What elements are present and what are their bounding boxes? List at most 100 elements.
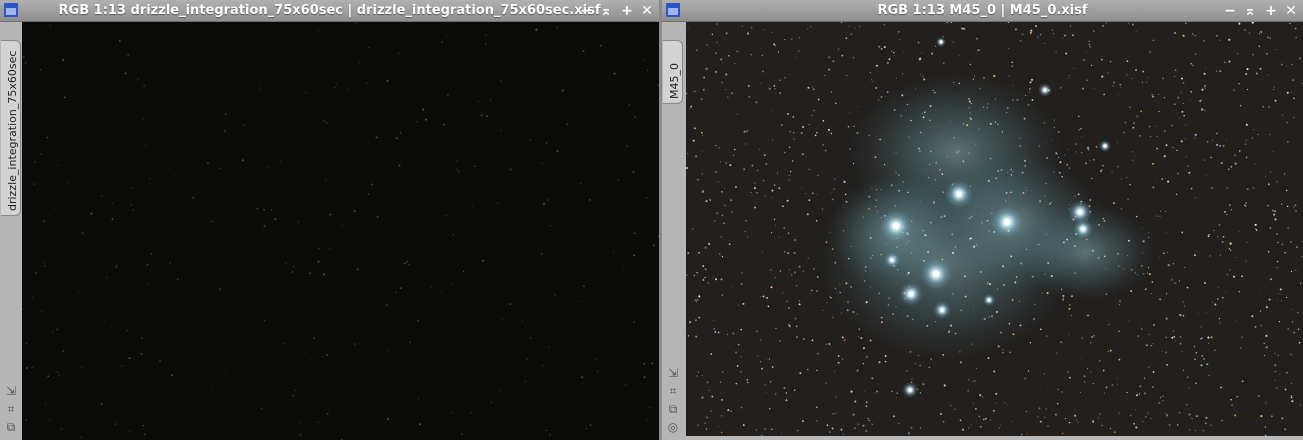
star — [751, 194, 753, 196]
star — [1173, 75, 1175, 77]
image-viewport[interactable] — [686, 22, 1303, 436]
star — [1190, 187, 1193, 190]
star — [766, 297, 769, 299]
star — [704, 422, 706, 424]
maximize-icon[interactable]: + — [618, 2, 636, 20]
star — [263, 319, 266, 322]
zoom-icon[interactable]: ⌗ — [4, 402, 18, 416]
star — [1276, 260, 1279, 263]
close-icon[interactable]: ✕ — [638, 2, 656, 20]
title-bar[interactable]: RGB 1:13 M45_0 | M45_0.xisf − ⌅ + ✕ — [662, 0, 1303, 22]
star — [1120, 87, 1122, 89]
star — [1201, 354, 1204, 357]
star — [1165, 412, 1167, 414]
shade-icon[interactable]: ⌅ — [1241, 2, 1259, 20]
star — [938, 168, 942, 171]
shade-icon[interactable]: ⌅ — [597, 2, 615, 20]
star — [848, 25, 850, 27]
star — [44, 262, 46, 264]
star — [263, 208, 265, 211]
star — [1165, 317, 1168, 320]
bright-star — [1003, 218, 1011, 226]
star — [1090, 342, 1092, 344]
star — [554, 294, 556, 296]
minimize-icon[interactable]: − — [577, 2, 595, 20]
star — [763, 28, 765, 30]
star — [1173, 103, 1176, 105]
star — [1221, 240, 1224, 243]
target-icon[interactable]: ◎ — [666, 420, 680, 434]
star — [1010, 174, 1013, 176]
star — [1062, 241, 1065, 244]
star — [868, 419, 870, 422]
star — [1174, 32, 1176, 34]
star — [1034, 25, 1038, 28]
maximize-icon[interactable]: + — [1262, 2, 1280, 20]
image-window-left[interactable]: RGB 1:13 drizzle_integration_75x60sec | … — [0, 0, 659, 440]
star — [706, 381, 709, 384]
star — [140, 352, 143, 355]
star — [779, 79, 782, 82]
star — [1133, 163, 1134, 165]
star — [715, 278, 717, 281]
star — [746, 236, 748, 238]
star — [781, 432, 783, 434]
star — [1127, 239, 1130, 242]
clone-icon[interactable]: ⧉ — [4, 420, 18, 434]
star — [1220, 162, 1223, 165]
star — [1117, 94, 1119, 96]
star — [1208, 234, 1210, 236]
star — [1011, 420, 1013, 422]
star — [1080, 358, 1082, 359]
star — [1109, 428, 1111, 430]
star — [130, 203, 133, 206]
star — [33, 183, 35, 185]
star — [1045, 156, 1049, 160]
star — [335, 83, 338, 85]
star — [1053, 171, 1055, 173]
image-window-right[interactable]: RGB 1:13 M45_0 | M45_0.xisf − ⌅ + ✕ M45_… — [662, 0, 1303, 440]
minimize-icon[interactable]: − — [1221, 2, 1239, 20]
star — [105, 276, 108, 279]
star — [841, 336, 844, 339]
star — [856, 131, 859, 134]
star — [596, 370, 599, 373]
star — [1133, 422, 1136, 425]
star — [58, 374, 61, 376]
star — [883, 23, 886, 26]
star — [127, 53, 130, 56]
close-icon[interactable]: ✕ — [1282, 2, 1300, 20]
star — [263, 428, 265, 430]
zoom-icon[interactable]: ⌗ — [666, 384, 680, 398]
star — [1194, 137, 1196, 139]
star — [1181, 351, 1183, 353]
star — [831, 248, 834, 251]
star — [789, 269, 790, 271]
fit-view-icon[interactable]: ⇲ — [4, 384, 18, 398]
image-viewport[interactable] — [22, 22, 659, 440]
view-tab[interactable]: M45_0 — [663, 40, 683, 104]
star — [962, 27, 966, 30]
star — [1201, 88, 1204, 91]
title-bar[interactable]: RGB 1:13 drizzle_integration_75x60sec | … — [0, 0, 659, 22]
view-tab[interactable]: drizzle_integration_75x60sec — [1, 40, 21, 216]
star — [1021, 171, 1024, 174]
star — [224, 112, 227, 115]
star — [934, 321, 937, 323]
star — [1219, 39, 1221, 41]
star — [63, 96, 66, 99]
star — [907, 271, 910, 274]
star — [822, 144, 825, 146]
star — [802, 338, 805, 340]
clone-icon[interactable]: ⧉ — [666, 402, 680, 416]
star — [1135, 69, 1137, 72]
star — [901, 94, 904, 97]
star — [1016, 99, 1019, 101]
fit-view-icon[interactable]: ⇲ — [666, 366, 680, 380]
star — [857, 106, 859, 108]
star — [1283, 173, 1286, 175]
star — [1023, 117, 1026, 120]
star — [585, 427, 588, 429]
star — [1027, 103, 1030, 106]
star — [815, 219, 818, 222]
